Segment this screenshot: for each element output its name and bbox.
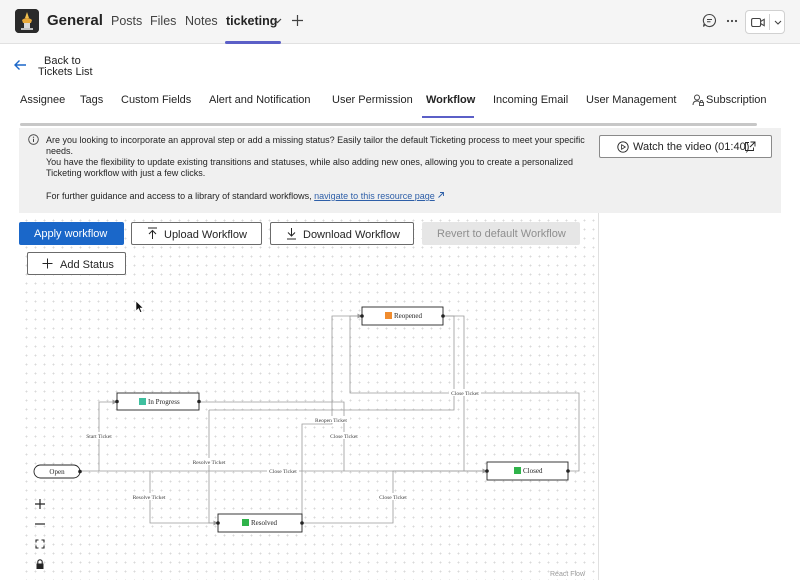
edge-label-reopen-ticket[interactable]: Reopen Ticket (315, 418, 347, 424)
in-progress-status-icon (139, 398, 146, 405)
node-in-progress[interactable]: In Progress (115, 392, 201, 411)
fit-view-icon[interactable] (30, 534, 50, 554)
edge-label-start-ticket[interactable]: Start Ticket (86, 434, 112, 440)
connection-handle[interactable] (197, 399, 201, 404)
workflow-diagram: Start Ticket Resolve Ticket Resolve Tick… (33, 306, 580, 533)
edge-label-close-ticket-3[interactable]: Close Ticket (379, 495, 407, 501)
connection-handle[interactable] (360, 314, 364, 318)
edge-label-resolve-ticket[interactable]: Resolve Ticket (193, 460, 226, 466)
edge-label-close-ticket[interactable]: Close Ticket (269, 469, 297, 475)
node-open-label: Open (49, 468, 65, 476)
node-in-progress-label: In Progress (148, 398, 180, 406)
reopened-status-icon (385, 312, 392, 319)
resolved-status-icon (242, 519, 249, 526)
closed-status-icon (514, 467, 521, 474)
zoom-in-icon[interactable] (30, 494, 50, 514)
edge-label-close-ticket-2[interactable]: Close Ticket (330, 434, 358, 440)
node-reopened[interactable]: Reopened (360, 306, 445, 326)
connection-handle[interactable] (300, 521, 304, 525)
edge-label-close-ticket-4[interactable]: Close Ticket (451, 391, 479, 397)
edge-arrowheads (112, 313, 487, 526)
connection-handle[interactable] (78, 469, 82, 474)
zoom-out-icon[interactable] (30, 514, 50, 534)
node-reopened-label: Reopened (394, 312, 422, 320)
lock-icon[interactable] (30, 554, 50, 574)
node-resolved[interactable]: Resolved (216, 513, 304, 533)
edge-inprogress-resolve (208, 410, 218, 524)
connection-handle[interactable] (216, 521, 220, 525)
node-open[interactable]: Open (33, 464, 82, 479)
connection-handle[interactable] (115, 399, 119, 404)
edge-label-resolve-ticket-2[interactable]: Resolve Ticket (133, 495, 166, 501)
react-flow-attribution[interactable]: React Flow (550, 571, 585, 578)
mouse-pointer-icon (135, 300, 144, 313)
connection-handle[interactable] (441, 314, 445, 318)
connection-handle[interactable] (566, 469, 570, 473)
node-closed[interactable]: Closed (485, 461, 570, 481)
connection-handle[interactable] (485, 469, 489, 473)
node-resolved-label: Resolved (251, 519, 278, 527)
node-closed-label: Closed (523, 467, 543, 475)
edge-reopened-resolve (209, 315, 455, 411)
